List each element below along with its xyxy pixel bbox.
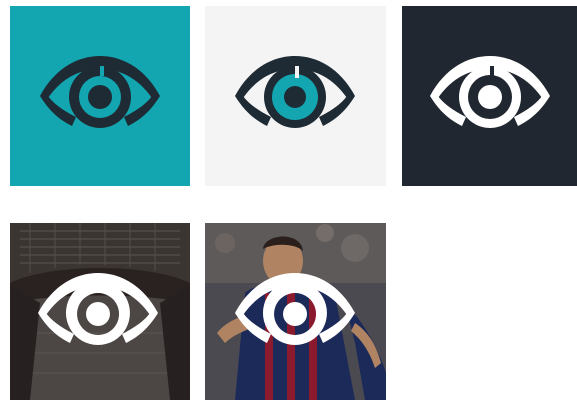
eye-icon	[235, 273, 355, 345]
logo-tile-player-photo	[205, 223, 386, 400]
logo-tile-dark	[402, 6, 577, 186]
eye-icon	[402, 6, 577, 186]
logo-tile-teal	[10, 6, 190, 186]
eye-icon	[38, 273, 158, 345]
eye-icon	[10, 6, 190, 186]
logo-tile-light	[205, 6, 386, 186]
eye-icon	[205, 6, 386, 186]
logo-tile-stadium-photo	[10, 223, 190, 400]
